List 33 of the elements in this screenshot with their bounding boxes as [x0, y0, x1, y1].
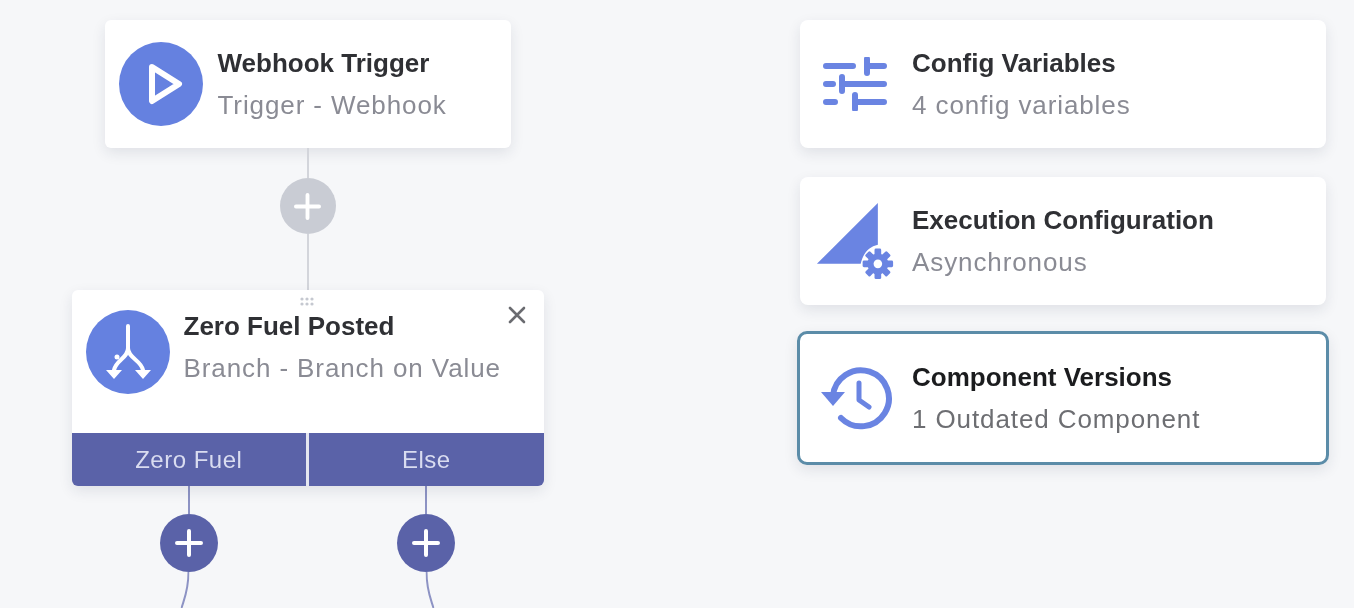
node-title: Zero Fuel Posted: [183, 310, 396, 342]
trigger-node[interactable]: Webhook Trigger Trigger - Webhook: [104, 20, 511, 148]
node-subtitle: Branch - Branch on Value: [183, 352, 501, 384]
settings-card[interactable]: Component Versions 1 Outdated Component: [797, 331, 1329, 465]
settings-card[interactable]: Config Variables 4 config variables: [800, 20, 1326, 148]
connector-line: [425, 572, 435, 608]
connector-line: [187, 486, 190, 514]
card-subtitle: 4 config variables: [912, 89, 1131, 121]
play-icon: [118, 42, 203, 126]
plus-icon: [412, 529, 441, 557]
add-step-button[interactable]: [159, 514, 218, 572]
card-subtitle: 1 Outdated Component: [912, 403, 1201, 435]
card-title: Config Variables: [912, 47, 1117, 79]
drag-handle-icon[interactable]: [299, 297, 314, 306]
branch-node[interactable]: Zero Fuel Posted Branch - Branch on Value Zero Fuel Else: [71, 290, 544, 486]
settings-card[interactable]: Execution Configuration Asynchronous: [800, 177, 1326, 305]
sliders-icon: [823, 57, 887, 111]
branch-icon: [85, 310, 170, 394]
plus-icon: [294, 192, 321, 220]
add-step-button[interactable]: [397, 514, 456, 572]
card-title: Execution Configuration: [912, 204, 1214, 236]
connector-line: [306, 234, 309, 290]
connector-line: [180, 572, 190, 608]
card-title: Component Versions: [912, 361, 1174, 393]
plus-icon: [174, 529, 203, 557]
node-title: Webhook Trigger: [217, 47, 431, 79]
branch-label[interactable]: Zero Fuel: [71, 433, 306, 486]
close-icon[interactable]: [507, 306, 526, 324]
connector-line: [306, 148, 309, 178]
connector-line: [425, 486, 428, 514]
card-subtitle: Asynchronous: [912, 246, 1089, 278]
branch-label[interactable]: Else: [309, 433, 544, 486]
node-subtitle: Trigger - Webhook: [217, 89, 447, 121]
